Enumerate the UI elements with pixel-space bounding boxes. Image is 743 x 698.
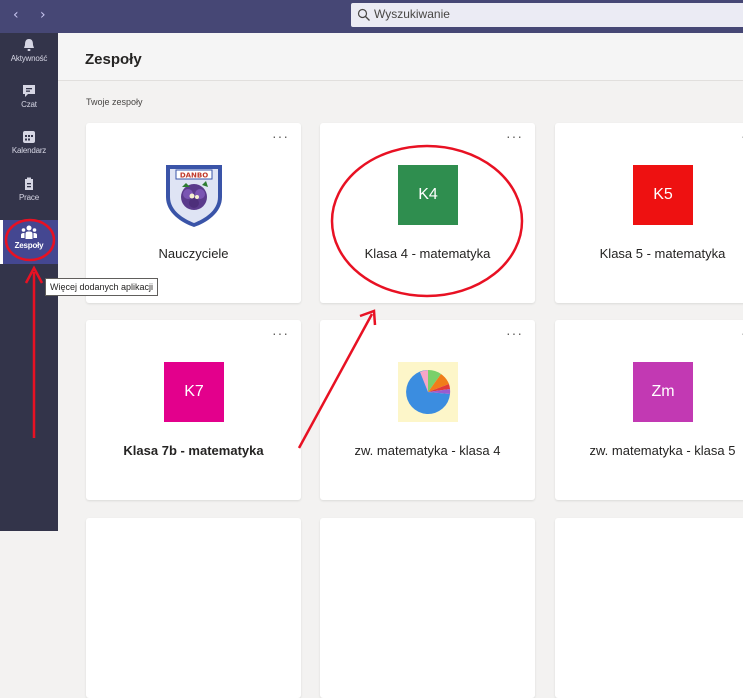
chevron-right-icon[interactable]: › [40,6,46,24]
team-card[interactable] [320,518,535,698]
team-avatar: K7 [164,362,224,422]
page-header: Zespoły [58,33,743,81]
rail-item-chat[interactable]: Czat [0,83,58,121]
more-options-icon[interactable]: ··· [272,129,289,143]
assignments-icon [20,176,38,192]
team-name: zw. matematyka - klasa 4 [354,443,501,458]
team-card[interactable] [86,518,301,698]
rail-item-label: Kalendarz [11,146,47,155]
page-title: Zespoły [85,51,142,68]
search-icon [357,8,371,22]
team-name: zw. matematyka - klasa 5 [589,443,736,458]
teams-icon [20,224,38,240]
team-name: Nauczyciele [158,246,229,261]
rail-item-assignments[interactable]: Prace [0,176,58,214]
more-apps-tooltip: Więcej dodanych aplikacji [45,278,159,296]
section-label: Twoje zespoły [86,97,143,107]
team-card[interactable]: ··· zw. matematyka - klasa 4 [320,320,535,500]
team-card[interactable] [555,518,743,698]
team-name: Klasa 5 - matematyka [599,246,726,261]
title-bar: ‹ › Wyszukiwanie [0,0,743,33]
team-avatar: K5 [633,165,693,225]
team-card[interactable]: ··· Zm zw. matematyka - klasa 5 [555,320,743,500]
more-options-icon[interactable]: ··· [506,129,523,143]
team-card[interactable]: ··· K7 Klasa 7b - matematyka [86,320,301,500]
team-card[interactable]: ··· K5 Klasa 5 - matematyka [555,123,743,303]
chevron-left-icon[interactable]: ‹ [13,6,19,24]
calendar-icon [20,129,38,145]
team-card[interactable]: ··· K4 Klasa 4 - matematyka [320,123,535,303]
rail-item-label: Prace [19,193,39,202]
chat-icon [20,83,38,99]
rail-item-label: Aktywność [10,54,48,63]
team-avatar: Zm [633,362,693,422]
team-card[interactable]: ··· DANBO Nauczyciele [86,123,301,303]
more-options-icon[interactable]: ··· [272,326,289,340]
rail-item-teams[interactable]: Zespoły [0,220,58,264]
rail-item-calendar[interactable]: Kalendarz [0,129,58,167]
team-avatar: K4 [398,165,458,225]
team-avatar [398,362,458,422]
more-options-icon[interactable]: ··· [506,326,523,340]
team-name: Klasa 7b - matematyka [123,443,264,458]
team-logo: DANBO [162,161,226,229]
rail-item-label: Czat [21,100,37,109]
bell-icon [20,37,38,53]
team-name: Klasa 4 - matematyka [364,246,491,261]
search-box[interactable]: Wyszukiwanie [351,3,743,27]
search-input[interactable]: Wyszukiwanie [374,7,450,21]
rail-item-activity[interactable]: Aktywność [0,37,58,75]
pie-chart-icon [406,369,451,414]
svg-text:DANBO: DANBO [180,172,208,180]
rail-item-label: Zespoły [14,241,44,250]
